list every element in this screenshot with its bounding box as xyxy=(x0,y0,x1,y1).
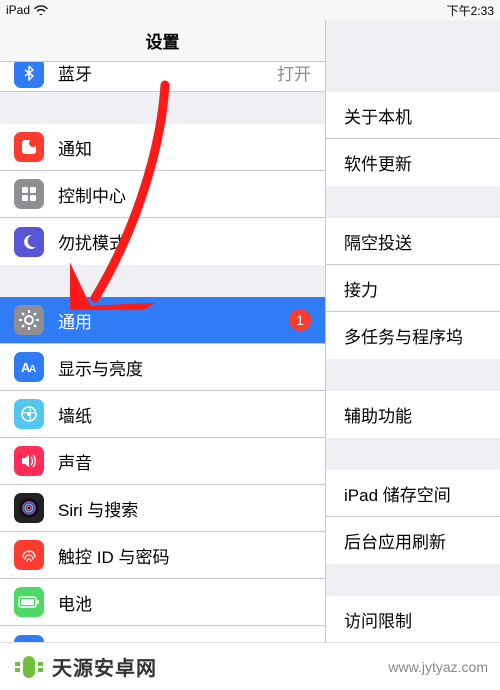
airdrop-row[interactable]: 隔空投送 xyxy=(326,218,500,265)
settings-header: 设置 xyxy=(0,20,325,62)
sounds-row[interactable]: 声音 xyxy=(0,438,325,485)
dnd-row[interactable]: 勿扰模式 xyxy=(0,218,325,265)
control-center-icon xyxy=(20,185,38,203)
multitasking-row[interactable]: 多任务与程序坞 xyxy=(326,312,500,359)
control-center-row[interactable]: 控制中心 xyxy=(0,171,325,218)
restrictions-row[interactable]: 访问限制 xyxy=(326,596,500,643)
settings-sidebar: 设置 蓝牙 打开 xyxy=(0,20,325,690)
siri-icon xyxy=(17,496,41,520)
device-label: iPad xyxy=(6,3,30,17)
battery-icon xyxy=(18,595,40,609)
watermark-brand: 天源安卓网 xyxy=(52,652,157,681)
accessibility-row[interactable]: 辅助功能 xyxy=(326,391,500,438)
settings-title: 设置 xyxy=(146,28,180,53)
bg-refresh-row[interactable]: 后台应用刷新 xyxy=(326,517,500,564)
status-bar: iPad 下午2:33 xyxy=(0,0,500,20)
about-row[interactable]: 关于本机 xyxy=(326,92,500,139)
battery-label: 电池 xyxy=(58,590,311,615)
display-label: 显示与亮度 xyxy=(58,355,311,380)
notifications-label: 通知 xyxy=(58,135,311,160)
wallpaper-label: 墙纸 xyxy=(58,402,311,427)
fingerprint-icon xyxy=(19,545,39,565)
general-badge: 1 xyxy=(289,309,311,331)
bluetooth-icon xyxy=(21,65,37,81)
touchid-row[interactable]: 触控 ID 与密码 xyxy=(0,532,325,579)
watermark-url: www.jytyaz.com xyxy=(388,659,488,675)
notifications-icon xyxy=(19,137,39,157)
gear-icon xyxy=(19,310,39,330)
display-icon: AA xyxy=(19,357,39,377)
wifi-icon xyxy=(34,5,48,15)
bluetooth-row[interactable]: 蓝牙 打开 xyxy=(0,62,325,92)
control-center-label: 控制中心 xyxy=(58,182,311,207)
speaker-icon xyxy=(20,452,38,470)
time-label: 下午2:33 xyxy=(447,2,494,19)
moon-icon xyxy=(20,233,38,251)
notifications-row[interactable]: 通知 xyxy=(0,124,325,171)
general-row[interactable]: 通用 1 xyxy=(0,297,325,344)
storage-row[interactable]: iPad 储存空间 xyxy=(326,470,500,517)
svg-text:A: A xyxy=(29,364,36,375)
dnd-label: 勿扰模式 xyxy=(58,229,311,254)
handoff-row[interactable]: 接力 xyxy=(326,265,500,312)
battery-row[interactable]: 电池 xyxy=(0,579,325,626)
wallpaper-row[interactable]: 墙纸 xyxy=(0,391,325,438)
siri-label: Siri 与搜索 xyxy=(58,496,311,521)
bluetooth-value: 打开 xyxy=(277,62,311,85)
software-update-row[interactable]: 软件更新 xyxy=(326,139,500,186)
detail-pane: 关于本机 软件更新 隔空投送 接力 多任务与程序坞 辅助功能 iPad 储存空间… xyxy=(325,20,500,690)
touchid-label: 触控 ID 与密码 xyxy=(58,543,311,568)
display-row[interactable]: AA 显示与亮度 xyxy=(0,344,325,391)
general-label: 通用 xyxy=(58,308,289,333)
sounds-label: 声音 xyxy=(58,449,311,474)
wallpaper-icon xyxy=(19,404,39,424)
watermark: 天源安卓网 www.jytyaz.com xyxy=(0,642,500,690)
watermark-logo-icon xyxy=(12,650,46,684)
bluetooth-label: 蓝牙 xyxy=(58,62,277,85)
siri-row[interactable]: Siri 与搜索 xyxy=(0,485,325,532)
